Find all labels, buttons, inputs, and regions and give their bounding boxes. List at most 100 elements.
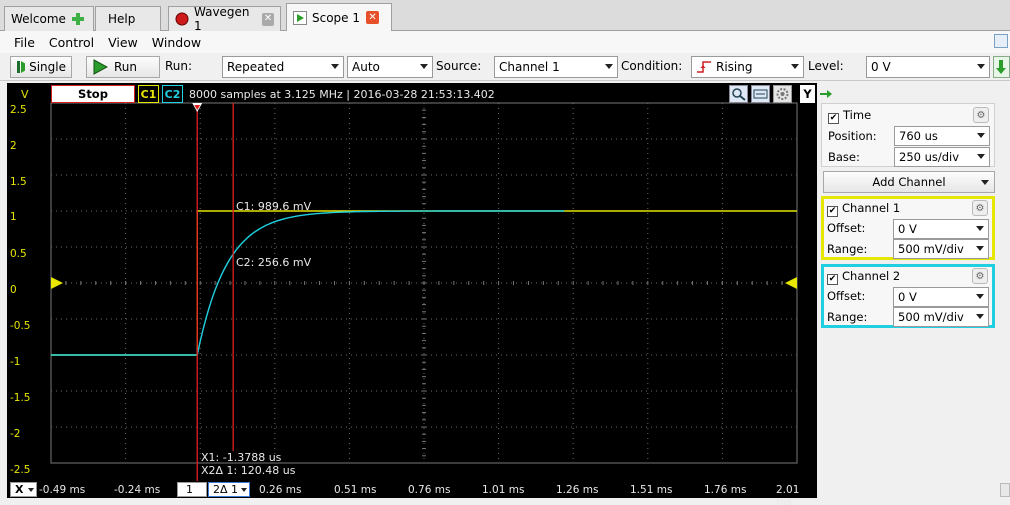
x-tick-label: 0.76 ms [408, 484, 451, 496]
run-button-label: Run [114, 60, 138, 74]
tab-scope[interactable]: Scope 1 ✕ [286, 3, 392, 31]
fit-button[interactable] [751, 85, 770, 103]
run-mode-select[interactable]: Repeated [222, 56, 344, 78]
arrow-right-icon[interactable] [819, 87, 833, 101]
ch2-range-label: Range: [827, 310, 868, 324]
c1-toggle[interactable]: C1 [138, 85, 159, 103]
position-select[interactable]: 760 us [894, 126, 990, 146]
base-label: Base: [828, 150, 860, 164]
ch1-range-value: 500 mV/div [898, 242, 964, 256]
c1-toggle-label: C1 [140, 87, 157, 101]
channel-1-checkbox[interactable]: ✔ [827, 206, 838, 217]
chevron-down-icon [605, 64, 613, 69]
time-checkbox[interactable]: ✔ [828, 113, 839, 124]
x-tick-label: 0.51 ms [334, 484, 377, 496]
ch2-offset-select[interactable]: 0 V [893, 287, 989, 307]
run-mode-value: Repeated [227, 60, 285, 74]
chevron-down-icon [331, 64, 339, 69]
c2-toggle[interactable]: C2 [162, 85, 183, 103]
chevron-down-icon [28, 488, 34, 492]
close-icon[interactable]: ✕ [366, 11, 380, 24]
run-icon [93, 59, 108, 75]
stop-button[interactable]: Stop [51, 85, 135, 103]
level-arrow-button[interactable] [993, 56, 1010, 78]
y-tick-label: 2.5 [10, 104, 27, 116]
x-tick-label: 1.26 ms [556, 484, 599, 496]
source-select[interactable]: Channel 1 [494, 56, 618, 78]
x-tick-label: 1.76 ms [704, 484, 747, 496]
time-checkbox-row[interactable]: ✔ Time [828, 108, 871, 124]
ch1-offset-select[interactable]: 0 V [893, 219, 989, 239]
y-tick-label: 0.5 [10, 248, 27, 260]
tab-welcome[interactable]: Welcome [4, 6, 94, 31]
stop-button-label: Stop [78, 87, 108, 101]
y-tick-label: 1.5 [10, 176, 27, 188]
scrollbar[interactable] [1000, 483, 1010, 497]
chevron-down-icon [981, 180, 989, 185]
restore-window-icon[interactable] [994, 34, 1008, 48]
plus-icon [71, 12, 85, 26]
source-value: Channel 1 [499, 60, 560, 74]
ch1-range-select[interactable]: 500 mV/div [893, 239, 989, 259]
app-window: Welcome Help Wavegen 1 ✕ Scope 1 ✕ File … [0, 0, 1010, 505]
channel-1-checkbox-row[interactable]: ✔ Channel 1 [827, 201, 900, 217]
source-label: Source: [436, 59, 482, 73]
channel-2-checkbox-row[interactable]: ✔ Channel 2 [827, 269, 900, 285]
rising-edge-icon [697, 61, 711, 73]
x-tick-label: -0.24 ms [114, 484, 161, 496]
toolbar: Single Run Run: Repeated Auto Source: Ch… [0, 53, 1010, 81]
ch2-range-select[interactable]: 500 mV/div [893, 307, 989, 327]
time-label: Time [843, 108, 872, 122]
gear-icon[interactable]: ⚙ [972, 268, 988, 284]
chevron-down-icon [241, 488, 247, 492]
level-label: Level: [808, 59, 844, 73]
ch2-offset-value: 0 V [898, 290, 917, 304]
tab-help[interactable]: Help [95, 6, 161, 31]
trigger-mode-select[interactable]: Auto [347, 56, 433, 78]
zoom-icon [732, 88, 746, 101]
tab-welcome-label: Welcome [11, 12, 66, 26]
run-button[interactable]: Run [86, 56, 160, 78]
y-tick-label: -2 [10, 428, 21, 440]
single-button-label: Single [29, 60, 66, 74]
gear-icon[interactable]: ⚙ [972, 200, 988, 216]
channel-2-group: ✔ Channel 2 ⚙ Offset: 0 V Range: 500 mV/d… [821, 264, 995, 328]
record-icon [175, 12, 189, 26]
menu-view[interactable]: View [101, 35, 145, 50]
menu-control[interactable]: Control [42, 35, 101, 50]
level-input[interactable]: 0 V [866, 56, 990, 78]
y-axis-button[interactable]: Y [800, 85, 815, 103]
c2-toggle-label: C2 [164, 87, 181, 101]
scope-plot[interactable]: V Stop C1 C2 8000 samples at 3.125 MHz |… [7, 83, 832, 505]
c2-cursor-readout: C2: 256.6 mV [236, 256, 312, 269]
chevron-down-icon [976, 246, 984, 251]
close-icon[interactable]: ✕ [261, 12, 274, 26]
tab-wavegen[interactable]: Wavegen 1 ✕ [168, 5, 281, 33]
add-channel-label: Add Channel [872, 175, 946, 189]
single-icon [17, 61, 26, 73]
tab-help-label: Help [108, 12, 136, 26]
add-channel-button[interactable]: Add Channel [823, 171, 995, 193]
zoom-button[interactable] [729, 85, 748, 103]
single-button[interactable]: Single [10, 56, 72, 78]
cursor-select[interactable]: 1 [177, 482, 207, 497]
gear-icon [776, 88, 789, 100]
gear-icon[interactable]: ⚙ [973, 107, 989, 123]
menu-window[interactable]: Window [145, 35, 208, 50]
x-tick-label: -0.49 ms [39, 484, 86, 496]
y-tick-label: -1 [10, 356, 21, 368]
x2-cursor-readout: X2Δ 1: 120.48 us [201, 464, 296, 477]
channel-2-checkbox[interactable]: ✔ [827, 274, 838, 285]
c1-cursor-readout: C1: 989.6 mV [236, 200, 312, 213]
x-axis-button-label: X [15, 483, 24, 496]
condition-select[interactable]: Rising [691, 56, 804, 78]
x-axis-button[interactable]: X [10, 482, 37, 497]
tab-wavegen-label: Wavegen 1 [194, 5, 250, 33]
cursor-select-value: 1 [186, 483, 193, 496]
plot-settings-button[interactable] [773, 85, 792, 103]
menu-file[interactable]: File [0, 35, 42, 50]
base-select[interactable]: 250 us/div [894, 147, 990, 167]
chevron-down-icon [976, 226, 984, 231]
condition-label: Condition: [621, 59, 683, 73]
cursor-delta-select[interactable]: 2Δ 1 [208, 482, 250, 497]
